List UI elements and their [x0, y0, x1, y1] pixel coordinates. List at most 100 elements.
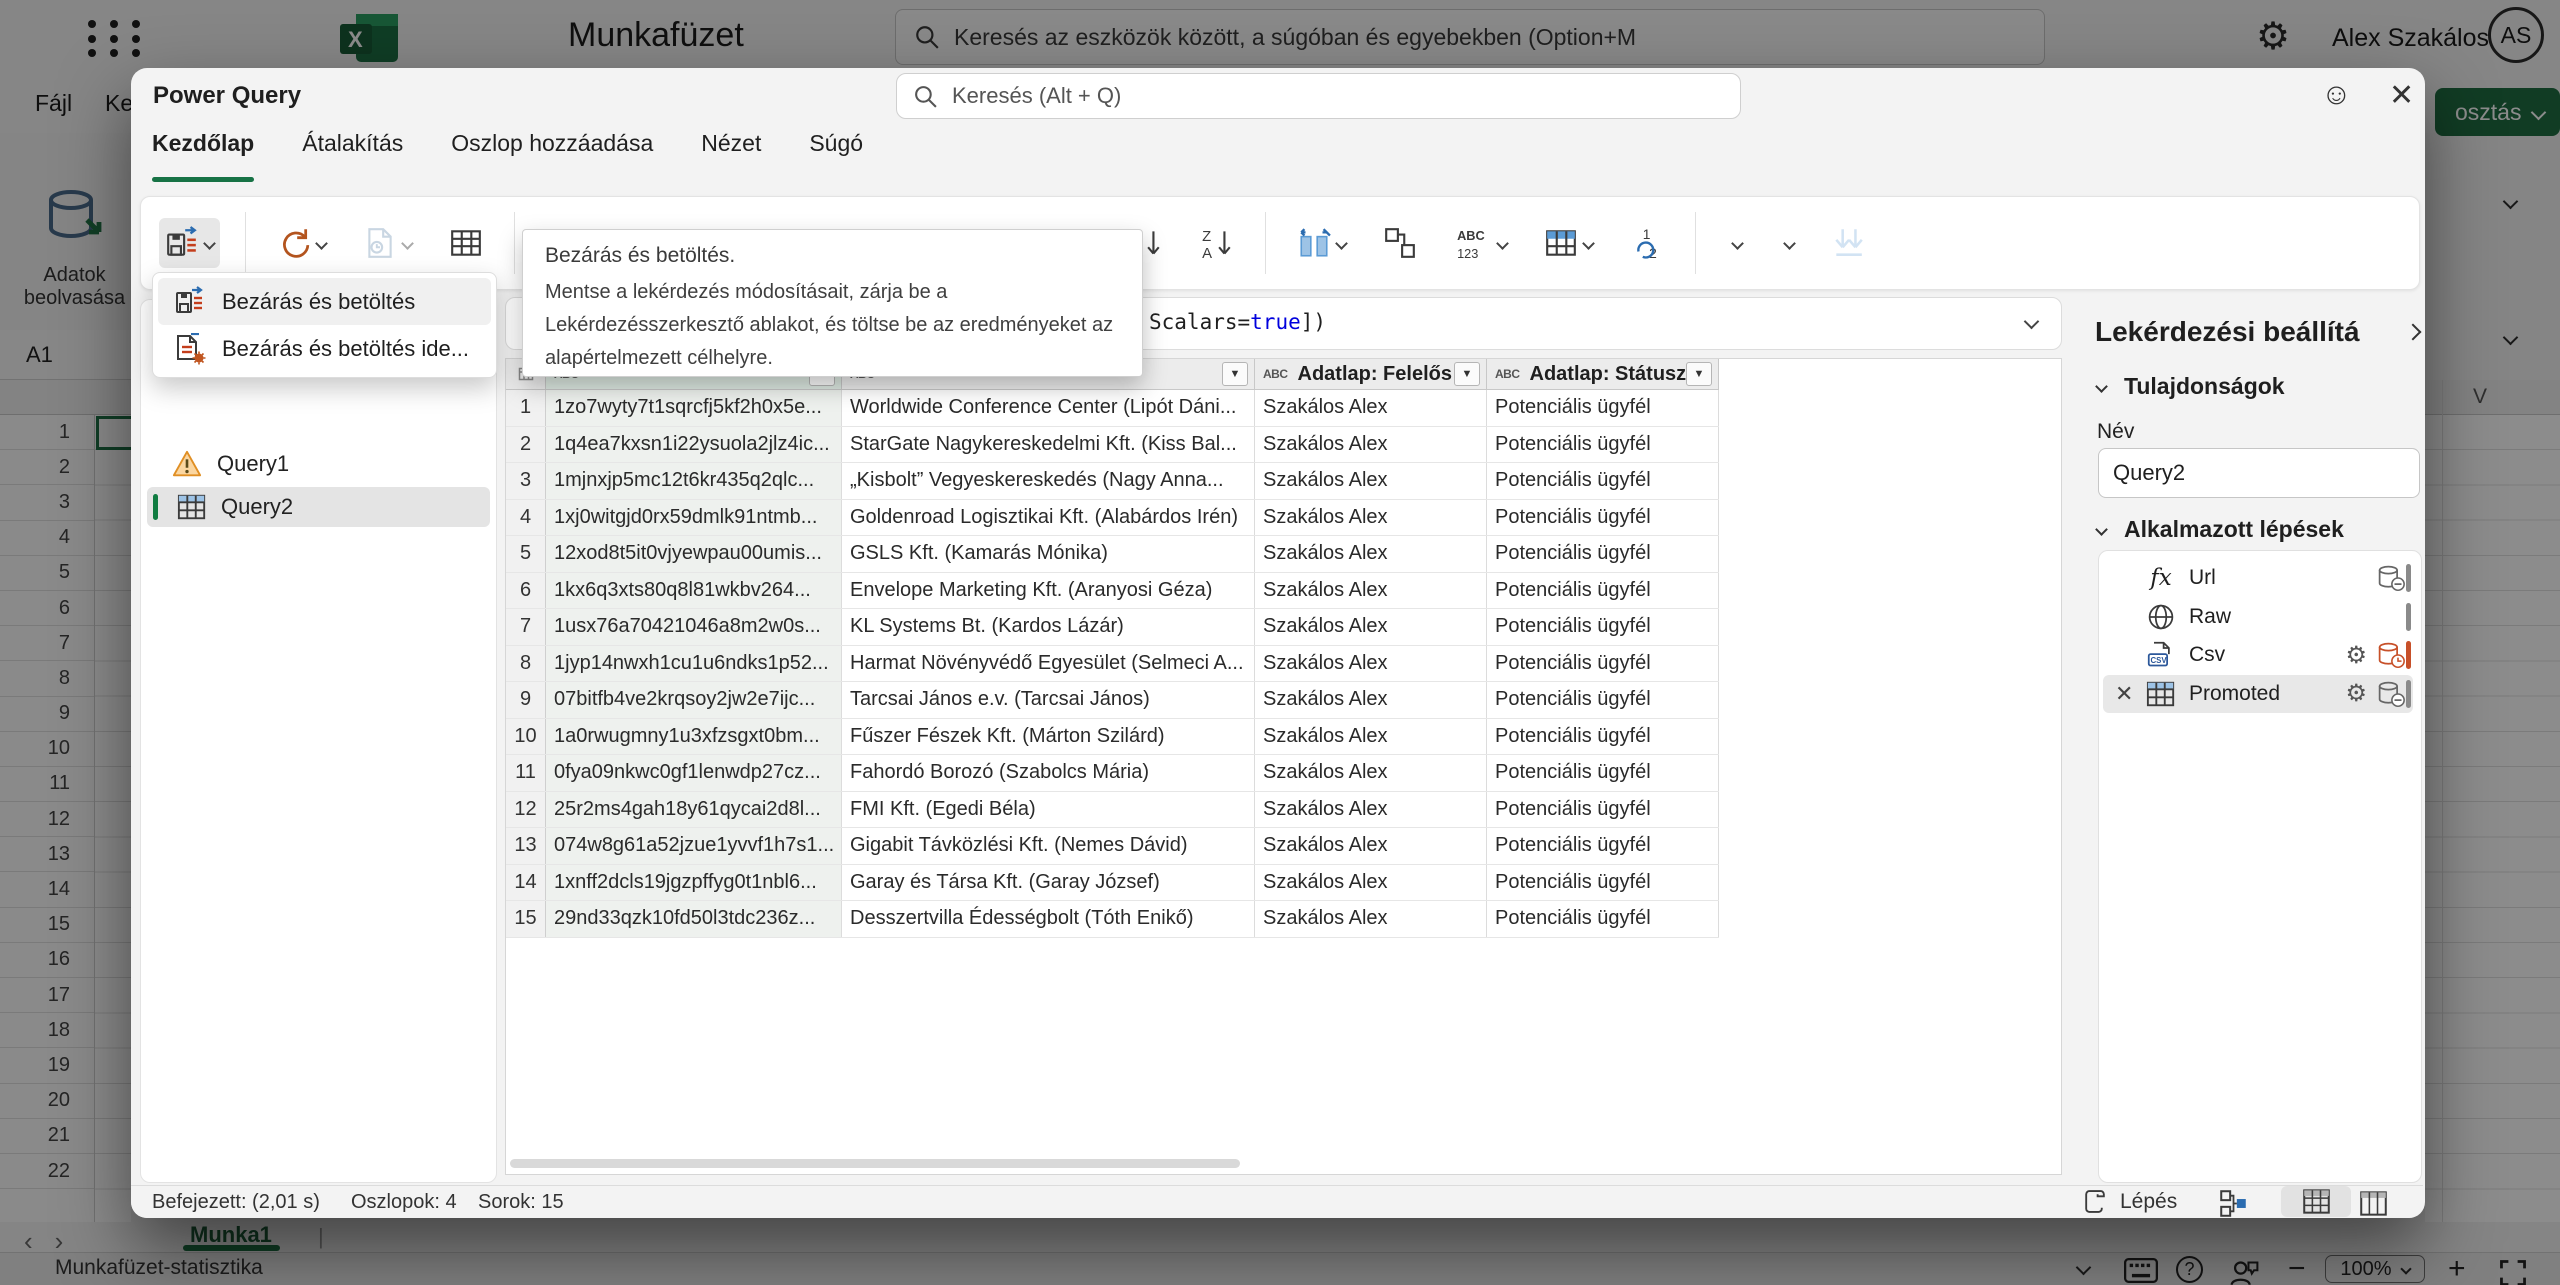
- table-cell[interactable]: KL Systems Bt. (Kardos Lázár): [842, 609, 1255, 645]
- data-type-button[interactable]: ABC123: [1448, 218, 1513, 268]
- table-cell[interactable]: Szakálos Alex: [1255, 609, 1487, 645]
- table-cell[interactable]: Fűszer Fészek Kft. (Márton Szilárd): [842, 719, 1255, 755]
- sort-descending-button[interactable]: ZA: [1194, 218, 1240, 268]
- formula-expand-icon[interactable]: [2024, 314, 2040, 330]
- row-number[interactable]: 1: [506, 390, 546, 426]
- pq-search-bar[interactable]: [896, 73, 1741, 119]
- table-cell[interactable]: Potenciális ügyfél: [1487, 646, 1719, 682]
- table-cell[interactable]: Potenciális ügyfél: [1487, 682, 1719, 718]
- row-number[interactable]: 2: [506, 427, 546, 463]
- table-cell[interactable]: Potenciális ügyfél: [1487, 573, 1719, 609]
- table-cell[interactable]: 1kx6q3xts80q8l81wkbv264...: [546, 573, 842, 609]
- row-number[interactable]: 7: [506, 609, 546, 645]
- row-number[interactable]: 9: [506, 682, 546, 718]
- table-cell[interactable]: 1jyp14nwxh1cu1u6ndks1p52...: [546, 646, 842, 682]
- table-cell[interactable]: 1zo7wyty7t1sqrcfj5kf2h0x5e...: [546, 390, 842, 426]
- table-cell[interactable]: Potenciális ügyfél: [1487, 719, 1719, 755]
- table-cell[interactable]: Desszertvilla Édességbolt (Tóth Enikő): [842, 901, 1255, 937]
- close-window-icon[interactable]: ✕: [2389, 78, 2414, 113]
- delete-step-icon[interactable]: ✕: [2115, 681, 2141, 707]
- menu-item-bezárás-és-betöltés[interactable]: Bezárás és betöltés: [158, 278, 491, 325]
- close-and-load-button[interactable]: [159, 218, 220, 268]
- table-cell[interactable]: Szakálos Alex: [1255, 463, 1487, 499]
- table-cell[interactable]: Worldwide Conference Center (Lipót Dáni.…: [842, 390, 1255, 426]
- table-cell[interactable]: Potenciális ügyfél: [1487, 463, 1719, 499]
- table-cell[interactable]: Potenciális ügyfél: [1487, 792, 1719, 828]
- table-cell[interactable]: Szakálos Alex: [1255, 792, 1487, 828]
- table-cell[interactable]: 07bitfb4ve2krqsoy2jw2e7ijc...: [546, 682, 842, 718]
- table-cell[interactable]: Szakálos Alex: [1255, 427, 1487, 463]
- row-number[interactable]: 14: [506, 865, 546, 901]
- step-view-button[interactable]: Lépés: [2081, 1188, 2177, 1215]
- query-settings-header[interactable]: Lekérdezési beállítá: [2095, 316, 2419, 348]
- table-cell[interactable]: 1a0rwugmny1u3xfzsgxt0bm...: [546, 719, 842, 755]
- append-queries-button[interactable]: [1773, 231, 1800, 256]
- pq-tab-kezdőlap[interactable]: Kezdőlap: [152, 130, 254, 182]
- row-number[interactable]: 6: [506, 573, 546, 609]
- applied-step-url[interactable]: fxUrl: [2103, 559, 2413, 598]
- row-number[interactable]: 11: [506, 755, 546, 791]
- table-cell[interactable]: Szakálos Alex: [1255, 755, 1487, 791]
- pq-tab-nézet[interactable]: Nézet: [701, 130, 761, 182]
- diagram-view-button[interactable]: [2219, 1189, 2248, 1223]
- applied-step-csv[interactable]: CSVCsv⚙: [2103, 636, 2413, 675]
- table-cell[interactable]: Potenciális ügyfél: [1487, 828, 1719, 864]
- row-number[interactable]: 13: [506, 828, 546, 864]
- pq-tab-oszlop-hozzáadása[interactable]: Oszlop hozzáadása: [451, 130, 653, 182]
- horizontal-scrollbar[interactable]: [510, 1159, 1240, 1168]
- row-number[interactable]: 12: [506, 792, 546, 828]
- query-list-item-query1[interactable]: Query1: [147, 444, 490, 484]
- table-cell[interactable]: Potenciális ügyfél: [1487, 609, 1719, 645]
- table-cell[interactable]: Szakálos Alex: [1255, 646, 1487, 682]
- row-number[interactable]: 15: [506, 901, 546, 937]
- table-cell[interactable]: StarGate Nagykereskedelmi Kft. (Kiss Bal…: [842, 427, 1255, 463]
- table-cell[interactable]: Gigabit Távközlési Kft. (Nemes Dávid): [842, 828, 1255, 864]
- row-number[interactable]: 3: [506, 463, 546, 499]
- group-by-button[interactable]: [1377, 218, 1423, 268]
- table-cell[interactable]: Potenciális ügyfél: [1487, 500, 1719, 536]
- table-cell[interactable]: Tarcsai János e.v. (Tarcsai János): [842, 682, 1255, 718]
- advanced-editor-button[interactable]: [443, 218, 489, 268]
- table-cell[interactable]: Fahordó Borozó (Szabolcs Mária): [842, 755, 1255, 791]
- table-cell[interactable]: 074w8g61a52jzue1yvvf1h7s1...: [546, 828, 842, 864]
- table-cell[interactable]: FMI Kft. (Egedi Béla): [842, 792, 1255, 828]
- table-cell[interactable]: Potenciális ügyfél: [1487, 865, 1719, 901]
- menu-item-bezárás-és-betöltés-ide-[interactable]: Bezárás és betöltés ide...: [158, 325, 491, 372]
- table-cell[interactable]: 1usx76a70421046a8m2w0s...: [546, 609, 842, 645]
- table-cell[interactable]: Potenciális ügyfél: [1487, 427, 1719, 463]
- table-cell[interactable]: Potenciális ügyfél: [1487, 390, 1719, 426]
- refresh-preview-button[interactable]: [271, 218, 332, 268]
- table-cell[interactable]: Garay és Társa Kft. (Garay József): [842, 865, 1255, 901]
- use-first-row-as-headers-button[interactable]: [1538, 218, 1599, 268]
- table-cell[interactable]: Szakálos Alex: [1255, 828, 1487, 864]
- applied-step-promoted[interactable]: ✕Promoted⚙: [2103, 675, 2413, 714]
- table-cell[interactable]: Potenciális ügyfél: [1487, 536, 1719, 572]
- pq-tab-átalakítás[interactable]: Átalakítás: [302, 130, 403, 182]
- pq-tab-súgó[interactable]: Súgó: [809, 130, 863, 182]
- split-column-button[interactable]: [1291, 218, 1352, 268]
- applied-step-raw[interactable]: Raw: [2103, 598, 2413, 637]
- feedback-smiley-icon[interactable]: ☺: [2321, 78, 2352, 112]
- row-number[interactable]: 10: [506, 719, 546, 755]
- table-cell[interactable]: Szakálos Alex: [1255, 536, 1487, 572]
- table-cell[interactable]: GSLS Kft. (Kamarás Mónika): [842, 536, 1255, 572]
- replace-values-button[interactable]: 12: [1624, 218, 1670, 268]
- query-name-input[interactable]: [2098, 448, 2420, 498]
- filter-dropdown-icon[interactable]: ▼: [1222, 362, 1248, 386]
- table-view-button[interactable]: [2281, 1186, 2351, 1217]
- filter-dropdown-icon[interactable]: ▼: [1686, 362, 1712, 386]
- table-cell[interactable]: Szakálos Alex: [1255, 390, 1487, 426]
- table-cell[interactable]: Szakálos Alex: [1255, 719, 1487, 755]
- table-cell[interactable]: 1xnff2dcls19jgzpffyg0t1nbl6...: [546, 865, 842, 901]
- table-cell[interactable]: Potenciális ügyfél: [1487, 901, 1719, 937]
- table-cell[interactable]: „Kisbolt” Vegyeskereskedés (Nagy Anna...: [842, 463, 1255, 499]
- table-cell[interactable]: 25r2ms4gah18y61qycai2d8l...: [546, 792, 842, 828]
- table-cell[interactable]: Szakálos Alex: [1255, 500, 1487, 536]
- table-cell[interactable]: Szakálos Alex: [1255, 865, 1487, 901]
- properties-section-header[interactable]: Tulajdonságok: [2097, 373, 2285, 400]
- step-settings-gear-icon[interactable]: ⚙: [2345, 679, 2367, 708]
- column-header-adatlap-felelős[interactable]: ABCAdatlap: Felelős▼: [1255, 359, 1487, 390]
- merge-queries-button[interactable]: [1721, 231, 1748, 256]
- schema-view-button[interactable]: [2359, 1189, 2388, 1223]
- table-cell[interactable]: Szakálos Alex: [1255, 901, 1487, 937]
